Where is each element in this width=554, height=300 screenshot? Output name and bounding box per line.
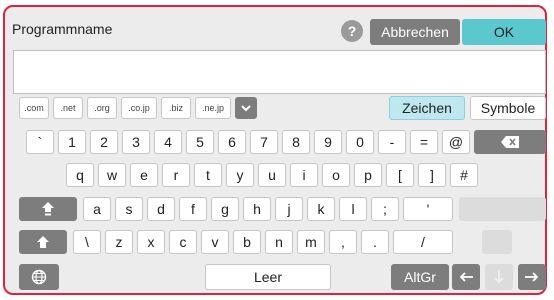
domain-key-org[interactable]: .org [87, 97, 117, 119]
key-1[interactable]: 1 [58, 130, 86, 154]
key-k[interactable]: k [307, 197, 335, 221]
key-h[interactable]: h [243, 197, 271, 221]
key-backslash[interactable]: \ [73, 230, 101, 254]
key-e[interactable]: e [130, 163, 158, 187]
key-9[interactable]: 9 [314, 130, 342, 154]
arrow-down-icon [494, 270, 504, 284]
key-c[interactable]: c [169, 230, 197, 254]
ok-button[interactable]: OK [462, 19, 546, 45]
key-n[interactable]: n [265, 230, 293, 254]
key-f[interactable]: f [179, 197, 207, 221]
key-l[interactable]: l [339, 197, 367, 221]
key-o[interactable]: o [322, 163, 350, 187]
key-b[interactable]: b [233, 230, 261, 254]
dialog-title: Programmname [12, 21, 113, 37]
chevron-down-icon [241, 104, 251, 112]
cursor-left-button[interactable] [452, 264, 480, 290]
key-hash[interactable]: # [450, 163, 478, 187]
key-5[interactable]: 5 [186, 130, 214, 154]
domain-key-nejp[interactable]: .ne.jp [195, 97, 231, 119]
key-w[interactable]: w [98, 163, 126, 187]
key-q[interactable]: q [66, 163, 94, 187]
shift-arrow-icon [37, 236, 49, 248]
cursor-right-button[interactable] [518, 264, 546, 290]
arrow-left-icon [459, 272, 473, 282]
key-a[interactable]: a [83, 197, 111, 221]
backspace-button[interactable] [474, 130, 546, 154]
key-r[interactable]: r [162, 163, 190, 187]
domain-key-net[interactable]: .net [53, 97, 83, 119]
globe-icon [31, 269, 47, 285]
domain-dropdown-button[interactable] [235, 97, 257, 119]
key-4[interactable]: 4 [154, 130, 182, 154]
key-7[interactable]: 7 [250, 130, 278, 154]
tab-symbole[interactable]: Symbole [470, 96, 546, 120]
altgr-button[interactable]: AltGr [391, 264, 449, 290]
key-0[interactable]: 0 [346, 130, 374, 154]
key-x[interactable]: x [137, 230, 165, 254]
key-8[interactable]: 8 [282, 130, 310, 154]
key-i[interactable]: i [290, 163, 318, 187]
right-shift-button [482, 230, 512, 254]
key-u[interactable]: u [258, 163, 286, 187]
program-name-input[interactable] [13, 50, 546, 94]
domain-key-cojp[interactable]: .co.jp [121, 97, 157, 119]
key-comma[interactable]: , [329, 230, 357, 254]
key-j[interactable]: j [275, 197, 303, 221]
key-s[interactable]: s [115, 197, 143, 221]
key-d[interactable]: d [147, 197, 175, 221]
key-backtick[interactable]: ` [26, 130, 54, 154]
key-z[interactable]: z [105, 230, 133, 254]
key-close-bracket[interactable]: ] [418, 163, 446, 187]
key-apostrophe[interactable]: ' [403, 197, 453, 221]
cancel-button[interactable]: Abbrechen [370, 19, 460, 45]
caps-lock-icon [42, 202, 54, 216]
space-bar[interactable]: Leer [205, 264, 331, 290]
key-2[interactable]: 2 [90, 130, 118, 154]
key-y[interactable]: y [226, 163, 254, 187]
key-period[interactable]: . [361, 230, 389, 254]
backspace-icon [501, 136, 519, 148]
key-m[interactable]: m [297, 230, 325, 254]
enter-button [459, 197, 546, 221]
language-button[interactable] [19, 264, 59, 290]
key-at[interactable]: @ [442, 130, 470, 154]
key-g[interactable]: g [211, 197, 239, 221]
arrow-right-icon [525, 272, 539, 282]
key-t[interactable]: t [194, 163, 222, 187]
key-semicolon[interactable]: ; [371, 197, 399, 221]
tab-zeichen[interactable]: Zeichen [389, 96, 465, 120]
shift-button[interactable] [19, 230, 67, 254]
domain-key-biz[interactable]: .biz [161, 97, 191, 119]
key-p[interactable]: p [354, 163, 382, 187]
key-equals[interactable]: = [410, 130, 438, 154]
help-icon[interactable]: ? [341, 20, 363, 42]
cursor-down-button [485, 264, 513, 290]
key-minus[interactable]: - [378, 130, 406, 154]
key-3[interactable]: 3 [122, 130, 150, 154]
key-6[interactable]: 6 [218, 130, 246, 154]
caps-lock-button[interactable] [19, 197, 77, 221]
domain-key-com[interactable]: .com [19, 97, 49, 119]
key-open-bracket[interactable]: [ [386, 163, 414, 187]
key-v[interactable]: v [201, 230, 229, 254]
key-slash[interactable]: / [393, 230, 453, 254]
